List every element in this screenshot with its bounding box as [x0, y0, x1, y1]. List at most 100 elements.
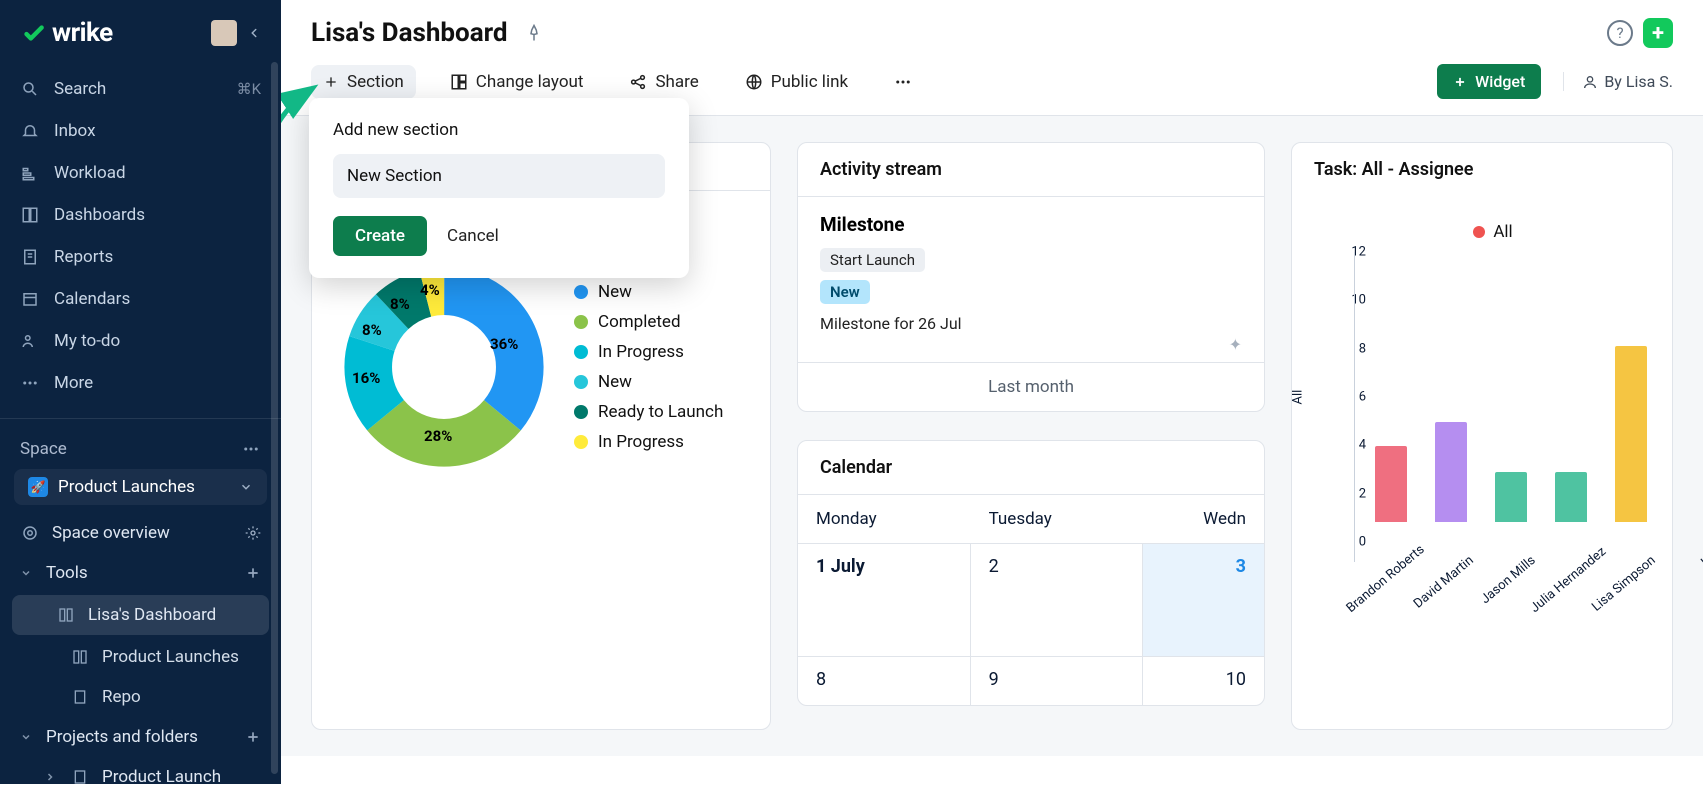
byline: By Lisa S. — [1563, 72, 1673, 91]
nav-label: My to-do — [54, 331, 120, 351]
tools-repo-item[interactable]: Repo — [0, 677, 281, 717]
dashboard-icon — [56, 605, 76, 625]
y-axis-label: All — [1291, 390, 1306, 405]
user-icon — [20, 331, 40, 351]
dashboard-icon — [20, 205, 40, 225]
chevron-down-icon — [239, 480, 253, 494]
bar[interactable] — [1435, 422, 1467, 522]
share-button[interactable]: Share — [617, 65, 710, 99]
add-section-button[interactable]: Section — [311, 65, 416, 99]
public-link-button[interactable]: Public link — [733, 65, 860, 99]
nav-label: Reports — [54, 247, 113, 267]
wrike-logo-icon — [20, 20, 46, 46]
nav-dashboards[interactable]: Dashboards — [0, 194, 281, 236]
reports-icon — [20, 247, 40, 267]
section-name-input[interactable] — [333, 154, 665, 198]
pin-button[interactable] — [520, 19, 548, 47]
slice-label: 4% — [420, 281, 440, 299]
clipboard-icon — [70, 767, 90, 787]
nav-more[interactable]: More — [0, 362, 281, 404]
day-name: Monday — [798, 495, 971, 543]
global-create-button[interactable]: + — [1643, 18, 1673, 48]
calendar-cell[interactable]: 10 — [1143, 657, 1264, 705]
add-section-popover: Add new section Create Cancel — [309, 98, 689, 278]
add-widget-button[interactable]: Widget — [1437, 64, 1541, 99]
stream-footer[interactable]: Last month — [798, 362, 1264, 411]
legend-label: All — [1493, 222, 1512, 242]
popover-title: Add new section — [333, 120, 665, 140]
item-label: Product Launches — [102, 647, 239, 667]
calendar-cell-today[interactable]: 3 — [1143, 544, 1264, 656]
btn-label: Share — [655, 72, 698, 92]
tools-launches-item[interactable]: Product Launches — [0, 637, 281, 677]
calendar-cell[interactable]: 2 — [971, 544, 1144, 656]
bar[interactable] — [1375, 446, 1407, 522]
nav-todo[interactable]: My to-do — [0, 320, 281, 362]
legend-label: Completed — [598, 312, 681, 332]
bell-icon — [20, 121, 40, 141]
legend-label: In Progress — [598, 432, 684, 452]
stream-item-title[interactable]: Milestone — [820, 213, 1242, 236]
projects-label: Projects and folders — [46, 727, 198, 747]
plus-icon[interactable] — [245, 565, 261, 581]
slice-label: 16% — [352, 369, 380, 387]
plus-icon — [1453, 75, 1467, 89]
nav-reports[interactable]: Reports — [0, 236, 281, 278]
x-label: Julia Hernandez — [1528, 553, 1599, 616]
bar[interactable] — [1615, 346, 1647, 522]
widget-header: Calendar — [798, 441, 1264, 495]
share-icon — [629, 73, 647, 91]
help-button[interactable]: ? — [1607, 20, 1633, 46]
tools-row[interactable]: Tools — [0, 553, 281, 593]
stream-line: Milestone for 26 Jul — [820, 314, 1242, 333]
create-button[interactable]: Create — [333, 216, 427, 256]
widget-header: Task: All - Assignee — [1292, 143, 1672, 196]
space-label-text: Space — [20, 439, 67, 459]
slice-label: 28% — [424, 427, 452, 445]
tools-dashboard-item[interactable]: Lisa's Dashboard — [12, 595, 269, 635]
legend-label: New — [598, 372, 632, 392]
logo[interactable]: wrike — [20, 18, 113, 48]
calendar-cell[interactable]: 9 — [971, 657, 1144, 705]
cancel-button[interactable]: Cancel — [447, 226, 499, 246]
nav-calendars[interactable]: Calendars — [0, 278, 281, 320]
sparkle-icon[interactable]: ✦ — [1229, 335, 1242, 354]
change-layout-button[interactable]: Change layout — [438, 65, 596, 99]
page-title: Lisa's Dashboard — [311, 18, 508, 48]
donut-chart: 36% 28% 16% 8% 8% 4% — [344, 267, 544, 467]
overview-icon — [20, 523, 40, 543]
logo-row: wrike — [0, 0, 281, 62]
project-item[interactable]: Product Launch — [0, 757, 281, 797]
bar[interactable] — [1555, 472, 1587, 522]
calendar-cell[interactable]: 1 July — [798, 544, 971, 656]
legend-label: New — [598, 282, 632, 302]
user-avatar[interactable] — [211, 20, 237, 46]
plus-icon — [323, 74, 339, 90]
bar[interactable] — [1495, 472, 1527, 522]
nav-search[interactable]: Search ⌘K — [0, 68, 281, 110]
collapse-sidebar-icon[interactable] — [247, 26, 261, 40]
item-label: Repo — [102, 687, 141, 707]
widget-activity-stream: Activity stream Milestone Start Launch N… — [797, 142, 1265, 412]
x-label: Brandon Roberts — [1344, 553, 1415, 616]
calendar-cell[interactable]: 8 — [798, 657, 971, 705]
space-menu-icon[interactable] — [241, 439, 261, 459]
plus-icon[interactable] — [245, 729, 261, 745]
search-shortcut: ⌘K — [237, 80, 261, 98]
space-selector[interactable]: 🚀 Product Launches — [14, 469, 267, 505]
gear-icon[interactable] — [245, 525, 261, 541]
btn-label: Public link — [771, 72, 848, 92]
space-overview-row[interactable]: Space overview — [0, 513, 281, 553]
nav-workload[interactable]: Workload — [0, 152, 281, 194]
nav-inbox[interactable]: Inbox — [0, 110, 281, 152]
chevron-down-icon — [20, 731, 34, 743]
bar-legend: All — [1314, 212, 1672, 252]
scrollbar[interactable] — [271, 62, 278, 774]
widget-assignee-bar: Task: All - Assignee All All 0 2 4 6 8 1… — [1291, 142, 1673, 730]
globe-icon — [745, 73, 763, 91]
project-label: Product Launch — [102, 767, 221, 787]
brand-text: wrike — [52, 18, 113, 48]
more-button[interactable] — [882, 66, 924, 98]
btn-label: Section — [347, 72, 404, 92]
projects-row[interactable]: Projects and folders — [0, 717, 281, 757]
